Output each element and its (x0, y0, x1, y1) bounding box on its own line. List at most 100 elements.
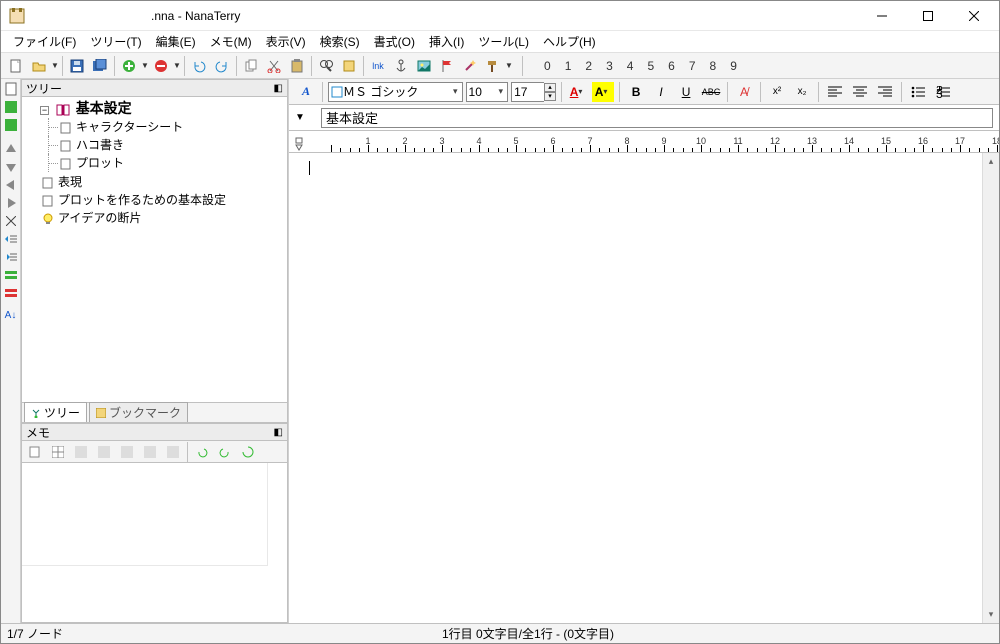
save-all-icon[interactable] (89, 55, 111, 77)
text-area[interactable] (289, 153, 982, 623)
vt-sort-icon[interactable]: A↓ (3, 307, 19, 323)
style-2[interactable]: 2 (585, 59, 592, 73)
open-dropdown[interactable]: ▼ (51, 61, 59, 70)
line-height-input[interactable] (514, 85, 542, 99)
tree-node-expression[interactable]: 表現 (58, 175, 82, 189)
number-list-button[interactable]: 123 (932, 82, 954, 102)
memo-btn4-icon[interactable] (93, 441, 115, 463)
style-1[interactable]: 1 (565, 59, 572, 73)
style-0[interactable]: 0 (544, 59, 551, 73)
memo-btn6-icon[interactable] (139, 441, 161, 463)
tree-view[interactable]: − 基本設定 キャラクターシート ハコ書き プロット 表現 プロットを作るための… (21, 97, 288, 403)
vertical-scrollbar[interactable]: ▴ ▾ (982, 153, 999, 623)
maximize-button[interactable] (905, 2, 951, 30)
strike-button[interactable]: ABC (700, 82, 722, 102)
vt-outdent-icon[interactable] (3, 231, 19, 247)
vt-right-icon[interactable] (3, 195, 19, 211)
tool-dropdown[interactable]: ▼ (505, 61, 513, 70)
wand-icon[interactable] (459, 55, 481, 77)
menu-format[interactable]: 書式(O) (368, 31, 421, 52)
vt-doc-icon[interactable] (3, 81, 19, 97)
scroll-up-icon[interactable]: ▴ (983, 153, 999, 170)
memo-text-area[interactable] (21, 463, 288, 623)
bold-button[interactable]: B (625, 82, 647, 102)
underline-button[interactable]: U (675, 82, 697, 102)
menu-tree[interactable]: ツリー(T) (84, 31, 147, 52)
vt-x-icon[interactable] (3, 213, 19, 229)
chevron-down-icon[interactable]: ▾ (497, 86, 506, 97)
vt-bar1-icon[interactable] (3, 267, 19, 283)
tab-tree[interactable]: ツリー (24, 402, 87, 422)
italic-button[interactable]: I (650, 82, 672, 102)
minimize-button[interactable] (859, 2, 905, 30)
ruler[interactable]: 123456789101112131415161718 (289, 131, 999, 153)
ruler-margin-handle[interactable] (294, 136, 304, 152)
chevron-down-icon[interactable]: ▾ (451, 86, 460, 97)
font-color-button[interactable]: A▾ (567, 82, 589, 102)
font-size-combo[interactable]: ▾ (466, 82, 509, 102)
tab-bookmark[interactable]: ブックマーク (89, 402, 188, 422)
vt-down-icon[interactable] (3, 159, 19, 175)
memo-refresh-icon[interactable] (237, 441, 259, 463)
style-5[interactable]: 5 (647, 59, 654, 73)
tree-panel-pin-icon[interactable]: ◧ (274, 83, 283, 94)
cut-icon[interactable] (263, 55, 285, 77)
tree-root-node[interactable]: 基本設定 (76, 100, 132, 116)
align-left-button[interactable] (824, 82, 846, 102)
font-dialog-icon[interactable]: A (295, 82, 317, 102)
highlight-button[interactable]: A▾ (592, 82, 614, 102)
vt-left-icon[interactable] (3, 177, 19, 193)
add-node-icon[interactable] (118, 55, 140, 77)
subscript-button[interactable]: x₂ (791, 82, 813, 102)
tree-node-idea[interactable]: アイデアの断片 (58, 211, 141, 225)
scroll-down-icon[interactable]: ▾ (983, 606, 999, 623)
font-size-input[interactable] (469, 85, 497, 99)
copy-icon[interactable] (240, 55, 262, 77)
style-6[interactable]: 6 (668, 59, 675, 73)
memo-panel-pin-icon[interactable]: ◧ (274, 427, 283, 438)
style-8[interactable]: 8 (710, 59, 717, 73)
menu-file[interactable]: ファイル(F) (7, 31, 82, 52)
tree-node-char-sheet[interactable]: キャラクターシート (76, 120, 183, 134)
tree-node-box-write[interactable]: ハコ書き (76, 138, 124, 152)
open-file-icon[interactable] (28, 55, 50, 77)
tree-collapse-icon[interactable]: − (40, 106, 49, 115)
new-file-icon[interactable] (5, 55, 27, 77)
undo-icon[interactable] (188, 55, 210, 77)
menu-search[interactable]: 検索(S) (314, 31, 366, 52)
memo-new-icon[interactable] (24, 441, 46, 463)
bullet-list-button[interactable] (907, 82, 929, 102)
style-4[interactable]: 4 (627, 59, 634, 73)
align-center-button[interactable] (849, 82, 871, 102)
redo-icon[interactable] (211, 55, 233, 77)
add-dropdown[interactable]: ▼ (141, 61, 149, 70)
save-icon[interactable] (66, 55, 88, 77)
style-3[interactable]: 3 (606, 59, 613, 73)
align-right-button[interactable] (874, 82, 896, 102)
memo-btn5-icon[interactable] (116, 441, 138, 463)
vt-green2-icon[interactable] (3, 117, 19, 133)
vt-green1-icon[interactable] (3, 99, 19, 115)
menu-edit[interactable]: 編集(E) (150, 31, 202, 52)
font-name-input[interactable] (343, 85, 451, 99)
line-height-spinner[interactable]: ▴▾ (544, 83, 556, 101)
vt-indent-icon[interactable] (3, 249, 19, 265)
flag-icon[interactable] (436, 55, 458, 77)
tree-node-plot-settings[interactable]: プロットを作るための基本設定 (58, 193, 226, 207)
line-height-field[interactable] (511, 82, 544, 102)
memo-undo-icon[interactable] (191, 441, 213, 463)
close-button[interactable] (951, 2, 997, 30)
find-icon[interactable] (315, 55, 337, 77)
remove-dropdown[interactable]: ▼ (173, 61, 181, 70)
menu-help[interactable]: ヘルプ(H) (537, 31, 602, 52)
bookmark-tool-icon[interactable] (338, 55, 360, 77)
title-dropdown-icon[interactable]: ▼ (295, 112, 315, 123)
image-icon[interactable] (413, 55, 435, 77)
style-9[interactable]: 9 (730, 59, 737, 73)
node-title-input[interactable] (321, 108, 993, 128)
vt-bar2-icon[interactable] (3, 285, 19, 301)
tree-node-plot[interactable]: プロット (76, 156, 124, 170)
menu-insert[interactable]: 挿入(I) (423, 31, 470, 52)
link-icon[interactable]: lnk (367, 55, 389, 77)
memo-redo-icon[interactable] (214, 441, 236, 463)
